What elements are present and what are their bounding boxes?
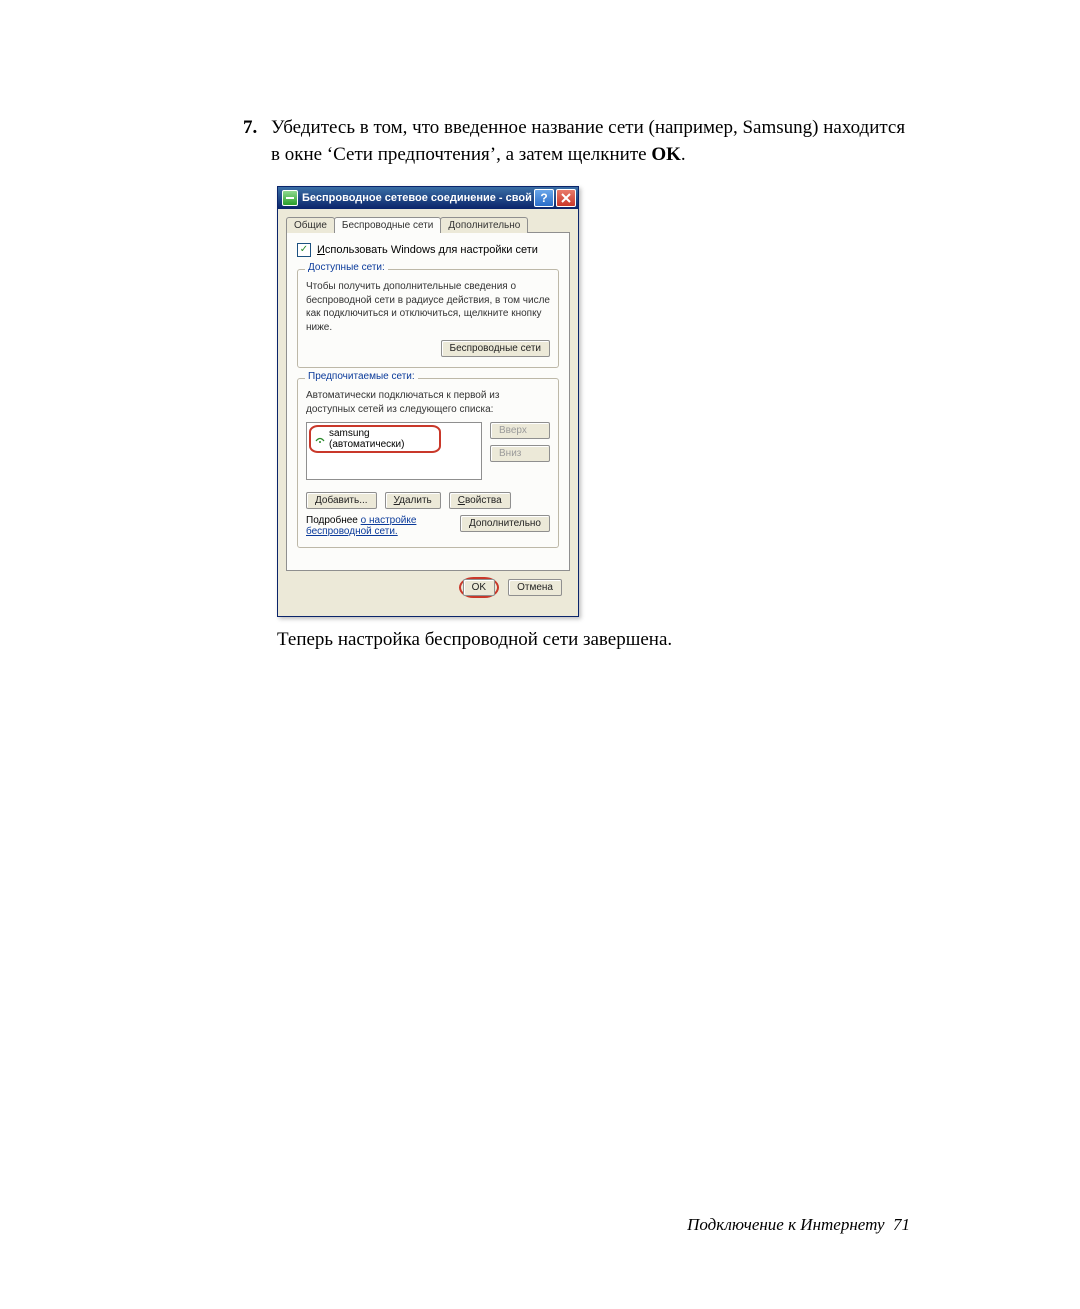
tab-wireless[interactable]: Беспроводные сети (334, 217, 441, 233)
dialog-body: Общие Беспроводные сети Дополнительно ✓ … (278, 209, 578, 616)
ok-highlight: OK (459, 577, 499, 598)
tab-advanced[interactable]: Дополнительно (440, 217, 528, 233)
wireless-properties-dialog: Беспроводное сетевое соединение - свой… … (277, 186, 579, 617)
footer-label: Подключение к Интернету (687, 1215, 884, 1234)
titlebar[interactable]: Беспроводное сетевое соединение - свой… … (278, 187, 578, 209)
preferred-networks-group: Предпочитаемые сети: Автоматически подкл… (297, 378, 559, 548)
advanced-row: Подробнее о настройке беспроводной сети.… (306, 515, 550, 537)
help-button[interactable]: ? (534, 189, 554, 207)
add-button[interactable]: Добавить... (306, 492, 377, 509)
step-text-a: Убедитесь в том, что введенное название … (271, 117, 905, 165)
step-body: Убедитесь в том, что введенное название … (271, 115, 910, 168)
properties-button[interactable]: Свойства (449, 492, 511, 509)
ok-button[interactable]: OK (463, 579, 495, 596)
tab-strip: Общие Беспроводные сети Дополнительно (286, 217, 570, 233)
available-legend: Доступные сети: (305, 262, 388, 273)
dialog-footer: OK Отмена (286, 571, 570, 606)
step-number: 7. (243, 115, 271, 168)
cancel-button[interactable]: Отмена (508, 579, 562, 596)
tab-general[interactable]: Общие (286, 217, 335, 233)
step-text-b: . (681, 144, 686, 165)
use-windows-checkbox[interactable]: ✓ Использовать Windows для настройки сет… (297, 243, 559, 257)
preferred-legend: Предпочитаемые сети: (305, 371, 418, 382)
preferred-list[interactable]: samsung (автоматически) (306, 422, 482, 480)
wireless-icon (282, 190, 298, 206)
footer-page: 71 (893, 1215, 910, 1234)
remove-button[interactable]: Удалить (385, 492, 441, 509)
preferred-text: Автоматически подключаться к первой из д… (306, 389, 550, 416)
tab-panel: ✓ Использовать Windows для настройки сет… (286, 232, 570, 571)
use-windows-label: Использовать Windows для настройки сети (317, 244, 538, 256)
after-text: Теперь настройка беспроводной сети завер… (277, 629, 910, 651)
move-up-button[interactable]: Вверх (490, 422, 550, 439)
advanced-button[interactable]: Дополнительно (460, 515, 550, 532)
available-text: Чтобы получить дополнительные сведения о… (306, 280, 550, 334)
page-footer: Подключение к Интернету 71 (687, 1215, 910, 1235)
preferred-item-samsung[interactable]: samsung (автоматически) (309, 425, 441, 453)
wifi-icon (315, 434, 325, 444)
close-button[interactable] (556, 189, 576, 207)
available-networks-group: Доступные сети: Чтобы получить дополните… (297, 269, 559, 368)
close-icon (561, 193, 571, 203)
step-text-ok: OK (651, 144, 681, 165)
checkbox-icon: ✓ (297, 243, 311, 257)
titlebar-title: Беспроводное сетевое соединение - свой… (302, 192, 532, 204)
preferred-item-label: samsung (автоматически) (329, 428, 435, 450)
move-down-button[interactable]: Вниз (490, 445, 550, 462)
view-networks-button[interactable]: Беспроводные сети (441, 340, 550, 357)
step-7: 7. Убедитесь в том, что введенное назван… (243, 115, 910, 168)
more-info: Подробнее о настройке беспроводной сети. (306, 515, 460, 537)
